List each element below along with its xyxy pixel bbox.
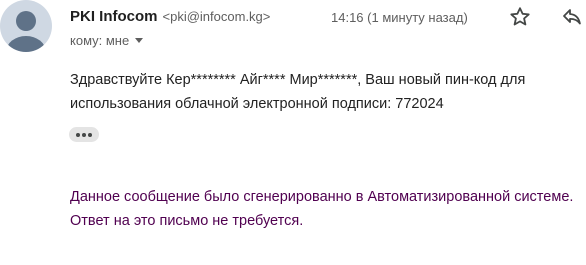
footer-auto-generated-note: Данное сообщение было сгенерированно в А… (70, 189, 574, 205)
sender-email: <pki@infocom.kg> (162, 9, 271, 24)
star-button[interactable] (508, 5, 532, 29)
recipient-details-toggle[interactable]: кому: мне (70, 33, 144, 48)
sender-header: PKI Infocom <pki@infocom.kg> (70, 8, 270, 28)
email-message: PKI Infocom <pki@infocom.kg> 14:16 (1 ми… (0, 0, 586, 265)
message-body: Здравствуйте Кер******** Айг**** Мир****… (70, 72, 526, 112)
chevron-down-icon (135, 38, 144, 43)
sender-name[interactable]: PKI Infocom (70, 8, 158, 25)
message-timestamp: 14:16 (1 минуту назад) (331, 10, 468, 25)
star-outline-icon (510, 7, 530, 26)
message-footer: Данное сообщение было сгенерированно в А… (70, 186, 586, 233)
avatar[interactable] (0, 0, 52, 52)
reply-button[interactable] (560, 5, 584, 29)
footer-no-reply-note: Ответ на это письмо не требуется. (70, 212, 304, 229)
person-avatar-icon (6, 11, 46, 52)
show-trimmed-content-button[interactable] (69, 127, 99, 142)
reply-icon (563, 9, 581, 25)
recipient-label: кому: мне (70, 33, 130, 48)
more-horizontal-icon (76, 132, 80, 137)
